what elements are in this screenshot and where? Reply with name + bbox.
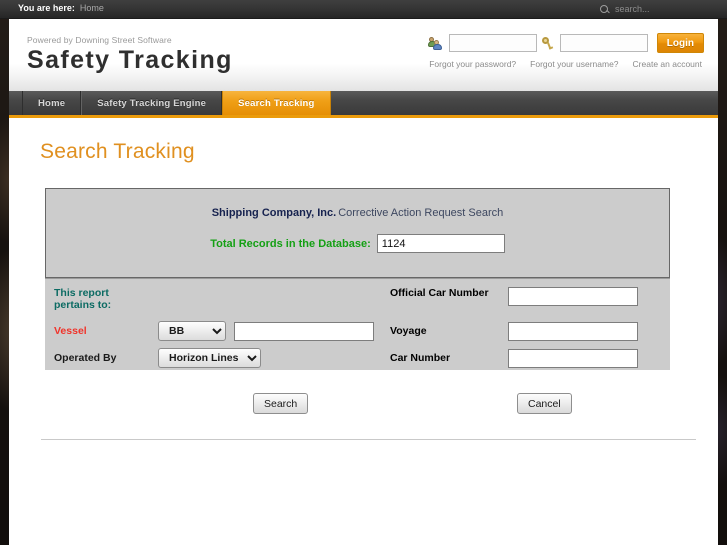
info-panel-title: Shipping Company, Inc. Corrective Action … [46, 189, 669, 219]
vessel-label: Vessel [54, 325, 87, 337]
search-form-panel: This report pertains to: Vessel BB Opera… [45, 278, 670, 370]
main-navigation: Home Safety Tracking Engine Search Track… [9, 91, 718, 118]
nav-item-search-tracking[interactable]: Search Tracking [222, 91, 331, 115]
username-field[interactable] [448, 34, 537, 52]
top-toolbar: You are here: Home [0, 0, 727, 19]
key-icon [541, 36, 555, 51]
total-records-row: Total Records in the Database: [46, 234, 669, 253]
create-account-link[interactable]: Create an account [633, 59, 702, 69]
breadcrumb: You are here: Home [18, 3, 104, 13]
official-car-number-row: Official Car Number [390, 287, 670, 317]
official-car-number-label: Official Car Number [390, 287, 489, 299]
vessel-text-input[interactable] [234, 321, 374, 341]
operated-by-select[interactable]: Horizon Lines [158, 348, 261, 368]
official-car-number-input[interactable] [508, 287, 638, 306]
breadcrumb-item-home[interactable]: Home [80, 3, 104, 13]
pertains-to-label: This report pertains to: [54, 287, 158, 311]
login-fields-row: Login [427, 33, 704, 53]
voyage-label: Voyage [390, 325, 427, 337]
operated-by-row: Operated By Horizon Lines [54, 345, 390, 371]
pertains-to-line1: This report [54, 287, 109, 299]
info-panel-subtitle: Corrective Action Request Search [338, 207, 504, 219]
car-number-input[interactable] [508, 348, 638, 368]
total-records-label: Total Records in the Database: [210, 237, 371, 250]
voyage-input[interactable] [508, 321, 638, 341]
breadcrumb-label: You are here: [18, 3, 75, 13]
nav-item-home[interactable]: Home [22, 91, 82, 115]
total-records-value [376, 234, 505, 253]
password-field[interactable] [559, 34, 648, 52]
operated-by-label: Operated By [54, 352, 117, 364]
search-icon [600, 4, 609, 14]
vessel-row: Vessel BB [54, 318, 390, 344]
login-button[interactable]: Login [656, 33, 704, 53]
users-icon [427, 36, 444, 51]
cancel-button[interactable]: Cancel [517, 393, 572, 414]
voyage-row: Voyage [390, 318, 670, 344]
login-box: Login Forgot your password? Forgot your … [427, 33, 704, 69]
pertains-to-row: This report pertains to: [54, 287, 390, 317]
page-title: Search Tracking [40, 140, 195, 163]
form-column-left: This report pertains to: Vessel BB Opera… [45, 287, 390, 370]
forgot-username-link[interactable]: Forgot your username? [530, 59, 618, 69]
top-search[interactable] [600, 3, 709, 15]
brand: Powered by Downing Street Software Safet… [27, 35, 233, 73]
site-header: Powered by Downing Street Software Safet… [9, 19, 718, 91]
login-links: Forgot your password? Forgot your userna… [427, 59, 704, 69]
info-panel: Shipping Company, Inc. Corrective Action … [45, 188, 670, 278]
pertains-to-line2: pertains to: [54, 299, 112, 311]
forgot-password-link[interactable]: Forgot your password? [429, 59, 516, 69]
car-number-label: Car Number [390, 352, 451, 364]
powered-by-text: Powered by Downing Street Software [27, 35, 172, 45]
company-name: Shipping Company, Inc. [211, 207, 337, 219]
form-column-right: Official Car Number Voyage Car Number [390, 287, 670, 370]
main-content: Search Tracking Shipping Company, Inc. Co… [9, 118, 718, 545]
car-number-row: Car Number [390, 345, 670, 371]
nav-item-safety-tracking-engine[interactable]: Safety Tracking Engine [81, 91, 223, 115]
site-container: Powered by Downing Street Software Safet… [9, 19, 718, 545]
content-divider [41, 439, 696, 440]
vessel-select[interactable]: BB [158, 321, 226, 341]
form-actions: Search Cancel [27, 393, 700, 415]
site-title: Safety Tracking [27, 46, 233, 74]
search-input[interactable] [613, 3, 709, 15]
search-button[interactable]: Search [253, 393, 309, 414]
